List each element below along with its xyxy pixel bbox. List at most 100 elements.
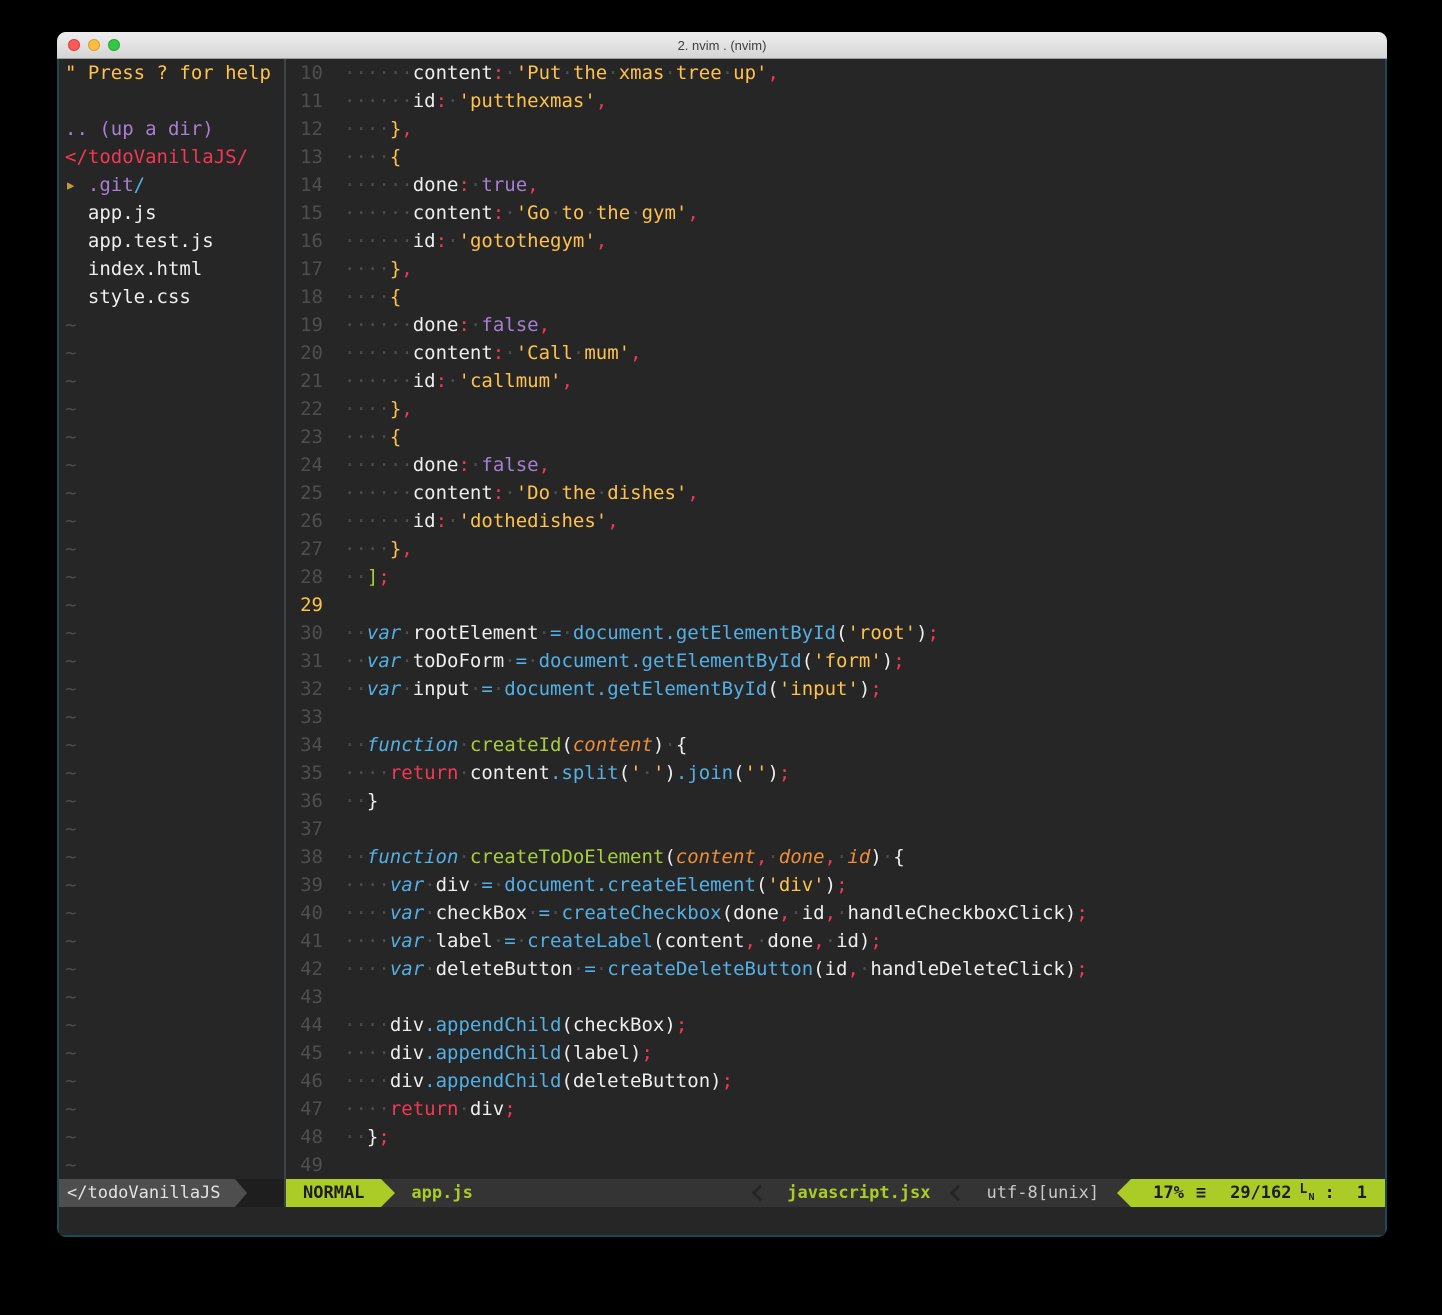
code-line[interactable]: 48··};: [286, 1123, 1385, 1151]
empty-buffer-line: ~: [65, 619, 284, 647]
close-button[interactable]: [68, 39, 80, 51]
line-number: 15: [286, 199, 323, 227]
code-line[interactable]: 29: [286, 591, 1385, 619]
empty-buffer-line: ~: [65, 983, 284, 1011]
code-line[interactable]: 14······done:·true,: [286, 171, 1385, 199]
terminal-content: " Press ? for help.. (up a dir)</todoVan…: [57, 59, 1387, 1237]
terminal-window: 2. nvim . (nvim) " Press ? for help .. (u…: [57, 32, 1387, 1237]
code-line[interactable]: 47····return·div;: [286, 1095, 1385, 1123]
empty-buffer-line: ~: [65, 815, 284, 843]
empty-buffer-line: ~: [65, 955, 284, 983]
nerdtree-sidebar[interactable]: " Press ? for help .. (up a dir)</todoVan…: [59, 59, 284, 1179]
line-number: 34: [286, 731, 323, 759]
empty-buffer-line: ~: [65, 759, 284, 787]
status-filename: app.js: [395, 1179, 488, 1207]
line-number: 25: [286, 479, 323, 507]
tree-item-style-css[interactable]: style.css: [65, 283, 284, 311]
code-line[interactable]: 20······content:·'Call·mum',: [286, 339, 1385, 367]
code-line[interactable]: 19······done:·false,: [286, 311, 1385, 339]
line-number: 14: [286, 171, 323, 199]
code-line[interactable]: 23····{: [286, 423, 1385, 451]
line-number: 28: [286, 563, 323, 591]
empty-buffer-line: ~: [65, 1039, 284, 1067]
empty-buffer-line: ~: [65, 1011, 284, 1039]
line-number: 37: [286, 815, 323, 843]
code-line[interactable]: 16······id:·'gotothegym',: [286, 227, 1385, 255]
code-line[interactable]: 42····var·deleteButton·=·createDeleteBut…: [286, 955, 1385, 983]
zoom-button[interactable]: [108, 39, 120, 51]
tree-item-app-test-js[interactable]: app.test.js: [65, 227, 284, 255]
code-line[interactable]: 40····var·checkBox·=·createCheckbox(done…: [286, 899, 1385, 927]
line-number: 24: [286, 451, 323, 479]
line-number: 35: [286, 759, 323, 787]
code-line[interactable]: 21······id:·'callmum',: [286, 367, 1385, 395]
code-line[interactable]: 27····},: [286, 535, 1385, 563]
traffic-lights: [68, 39, 120, 51]
line-number: 27: [286, 535, 323, 563]
code-line[interactable]: 33: [286, 703, 1385, 731]
code-line[interactable]: 46····div.appendChild(deleteButton);: [286, 1067, 1385, 1095]
tree-blank-line: [65, 87, 284, 115]
line-number: 16: [286, 227, 323, 255]
empty-buffer-line: ~: [65, 311, 284, 339]
code-line[interactable]: 43: [286, 983, 1385, 1011]
line-number: 39: [286, 871, 323, 899]
line-number: 30: [286, 619, 323, 647]
column-number: 1: [1357, 1179, 1367, 1207]
code-line[interactable]: 26······id:·'dothedishes',: [286, 507, 1385, 535]
code-line[interactable]: 41····var·label·=·createLabel(content,·d…: [286, 927, 1385, 955]
line-number: 32: [286, 675, 323, 703]
empty-buffer-line: ~: [65, 1095, 284, 1123]
line-number: 36: [286, 787, 323, 815]
minimize-button[interactable]: [88, 39, 100, 51]
tree-help-hint: " Press ? for help: [65, 59, 284, 87]
code-line[interactable]: 17····},: [286, 255, 1385, 283]
code-line[interactable]: 28··];: [286, 563, 1385, 591]
command-line[interactable]: [59, 1207, 1385, 1235]
statusline-spacer: [489, 1179, 743, 1207]
line-number-icon: LN: [1300, 1181, 1315, 1205]
code-line[interactable]: 25······content:·'Do·the·dishes',: [286, 479, 1385, 507]
tree-item-app-js[interactable]: app.js: [65, 199, 284, 227]
code-line[interactable]: 39····var·div·=·document.createElement('…: [286, 871, 1385, 899]
line-number: 22: [286, 395, 323, 423]
code-line[interactable]: 12····},: [286, 115, 1385, 143]
code-line[interactable]: 44····div.appendChild(checkBox);: [286, 1011, 1385, 1039]
code-line[interactable]: 49: [286, 1151, 1385, 1179]
line-number: 18: [286, 283, 323, 311]
code-line[interactable]: 10······content:·'Put·the·xmas·tree·up',: [286, 59, 1385, 87]
code-line[interactable]: 37: [286, 815, 1385, 843]
code-line[interactable]: 30··var·rootElement·=·document.getElemen…: [286, 619, 1385, 647]
code-line[interactable]: 31··var·toDoForm·=·document.getElementBy…: [286, 647, 1385, 675]
editor-buffer[interactable]: 10······content:·'Put·the·xmas·tree·up',…: [286, 59, 1385, 1179]
code-line[interactable]: 34··function·createId(content)·{: [286, 731, 1385, 759]
status-bar: </todoVanillaJS NORMAL app.js javascript…: [59, 1179, 1385, 1207]
code-line[interactable]: 45····div.appendChild(label);: [286, 1039, 1385, 1067]
tree-item-git-dir[interactable]: ▸ .git/: [65, 171, 284, 199]
line-number: 29: [286, 591, 323, 619]
code-line[interactable]: 24······done:·false,: [286, 451, 1385, 479]
code-line[interactable]: 22····},: [286, 395, 1385, 423]
status-filetype: javascript.jsx: [777, 1179, 940, 1207]
title-bar[interactable]: 2. nvim . (nvim): [57, 32, 1387, 59]
line-number: 33: [286, 703, 323, 731]
code-line[interactable]: 11······id:·'putthexmas',: [286, 87, 1385, 115]
line-number: 44: [286, 1011, 323, 1039]
empty-buffer-line: ~: [65, 339, 284, 367]
code-line[interactable]: 35····return·content.split('·').join('')…: [286, 759, 1385, 787]
code-line[interactable]: 15······content:·'Go·to·the·gym',: [286, 199, 1385, 227]
line-number: 23: [286, 423, 323, 451]
code-line[interactable]: 32··var·input·=·document.getElementById(…: [286, 675, 1385, 703]
empty-buffer-line: ~: [65, 899, 284, 927]
code-line[interactable]: 18····{: [286, 283, 1385, 311]
empty-buffer-line: ~: [65, 787, 284, 815]
tree-item-up-a-dir[interactable]: .. (up a dir): [65, 115, 284, 143]
tree-item-index-html[interactable]: index.html: [65, 255, 284, 283]
tree-root-todovanillajs[interactable]: </todoVanillaJS/: [65, 143, 284, 171]
code-line[interactable]: 13····{: [286, 143, 1385, 171]
code-line[interactable]: 38··function·createToDoElement(content,·…: [286, 843, 1385, 871]
line-number: 31: [286, 647, 323, 675]
code-line[interactable]: 36··}: [286, 787, 1385, 815]
empty-buffer-line: ~: [65, 927, 284, 955]
line-number: 47: [286, 1095, 323, 1123]
